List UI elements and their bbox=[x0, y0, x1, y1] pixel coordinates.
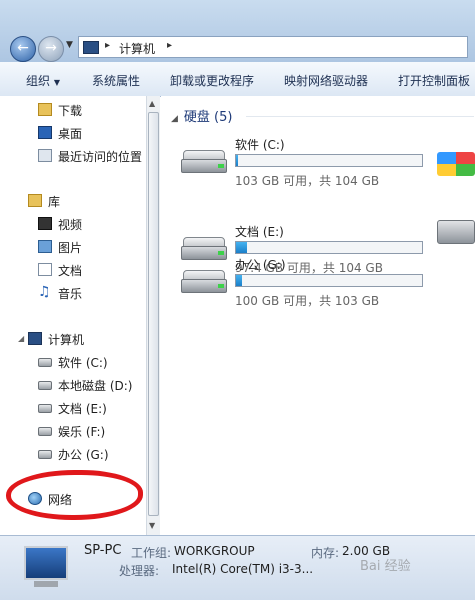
organize-button[interactable]: 组织 ▼ bbox=[26, 72, 60, 89]
memory-label: 内存: bbox=[311, 546, 340, 560]
back-button[interactable]: ← bbox=[10, 36, 36, 62]
command-toolbar: 组织 ▼ 系统属性 卸载或更改程序 映射网络驱动器 打开控制面板 bbox=[0, 62, 475, 97]
sidebar-item-recent-places[interactable]: 最近访问的位置 bbox=[0, 146, 146, 166]
drive-tile-c[interactable]: 软件 (C:) 103 GB 可用，共 104 GB bbox=[181, 136, 441, 196]
drive-usage-bar bbox=[235, 241, 423, 254]
address-field[interactable]: ▸ 计算机 ▸ bbox=[78, 36, 468, 58]
drive-usage-fill bbox=[236, 155, 238, 166]
drive-tile-g-content[interactable]: 办公 (G:) 100 GB 可用，共 103 GB bbox=[181, 256, 441, 316]
picture-icon bbox=[38, 240, 52, 253]
desktop-icon bbox=[38, 126, 52, 139]
sidebar-item-drive-e[interactable]: 文档 (E:) bbox=[0, 398, 146, 418]
hard-drive-icon bbox=[181, 150, 227, 176]
drive-icon bbox=[38, 427, 52, 436]
content-pane: ◢ 硬盘 (5) 软件 (C:) 103 GB 可用，共 104 GB 文档 (E… bbox=[161, 96, 475, 535]
drive-usage-bar bbox=[235, 154, 423, 167]
explorer-window: ← → ▼ ▸ 计算机 ▸ 组织 ▼ 系统属性 卸载或更改程序 映射网络驱动器 … bbox=[0, 0, 475, 600]
drive-usage-fill bbox=[236, 242, 247, 253]
drive-icon bbox=[38, 381, 52, 390]
cpu-label: 处理器: bbox=[119, 564, 160, 578]
sidebar-item-drive-g[interactable]: 办公 (G:) bbox=[0, 444, 146, 464]
computer-icon bbox=[28, 332, 42, 345]
drive-usage-bar bbox=[235, 274, 423, 287]
recent-places-icon bbox=[38, 149, 52, 162]
system-properties-button[interactable]: 系统属性 bbox=[92, 72, 140, 89]
breadcrumb-computer[interactable]: 计算机 bbox=[119, 40, 155, 57]
scroll-up-icon[interactable]: ▲ bbox=[149, 99, 155, 108]
drive-name: 软件 (C:) bbox=[235, 138, 285, 152]
drive-name: 文档 (E:) bbox=[235, 225, 284, 239]
open-control-panel-button[interactable]: 打开控制面板 bbox=[398, 72, 470, 89]
drive-name: 办公 (G:) bbox=[235, 258, 286, 272]
pc-name: SP-PC bbox=[84, 543, 122, 558]
address-bar-area: ← → ▼ ▸ 计算机 ▸ bbox=[0, 0, 475, 62]
group-divider bbox=[246, 116, 474, 117]
hard-drive-icon bbox=[181, 270, 227, 296]
red-circle-annotation bbox=[6, 470, 143, 520]
scrollbar-thumb[interactable] bbox=[148, 112, 159, 516]
map-network-drive-button[interactable]: 映射网络驱动器 bbox=[284, 72, 368, 89]
library-icon bbox=[28, 194, 42, 207]
monitor-stand bbox=[34, 581, 58, 587]
forward-button[interactable]: → bbox=[38, 36, 64, 62]
document-icon bbox=[38, 263, 52, 276]
drive-icon bbox=[38, 358, 52, 367]
cpu-value: Intel(R) Core(TM) i3-3... bbox=[172, 562, 314, 576]
hard-drive-icon[interactable] bbox=[437, 220, 475, 244]
drive-usage-fill bbox=[236, 275, 242, 286]
download-folder-icon bbox=[38, 103, 52, 116]
sidebar-item-documents[interactable]: 文档 bbox=[0, 260, 146, 280]
music-icon: ♫ bbox=[38, 284, 51, 300]
recent-pages-dropdown[interactable]: ▼ bbox=[66, 40, 73, 50]
workgroup-value: WORKGROUP bbox=[174, 544, 255, 558]
drive-icon bbox=[38, 404, 52, 413]
sidebar-scrollbar[interactable]: ▲ ▼ bbox=[146, 96, 160, 535]
sidebar-item-drive-c[interactable]: 软件 (C:) bbox=[0, 352, 146, 372]
sidebar-item-drive-d[interactable]: 本地磁盘 (D:) bbox=[0, 375, 146, 395]
baidu-watermark: Bai 经验 bbox=[360, 559, 411, 574]
computer-monitor-icon bbox=[24, 546, 68, 580]
sidebar-item-music[interactable]: ♫ 音乐 bbox=[0, 283, 146, 303]
expand-arrow-icon[interactable]: ◢ bbox=[18, 334, 24, 343]
computer-icon bbox=[83, 41, 99, 54]
uninstall-program-button[interactable]: 卸载或更改程序 bbox=[170, 72, 254, 89]
sidebar-item-downloads[interactable]: 下载 bbox=[0, 100, 146, 120]
sidebar-item-libraries[interactable]: 库 bbox=[0, 191, 146, 211]
breadcrumb-chevron-icon[interactable]: ▸ bbox=[105, 40, 110, 51]
drive-icon bbox=[38, 450, 52, 459]
sidebar-item-drive-f[interactable]: 娱乐 (F:) bbox=[0, 421, 146, 441]
hard-disks-group-header[interactable]: ◢ 硬盘 (5) bbox=[171, 106, 232, 125]
video-icon bbox=[38, 217, 52, 230]
sidebar-item-pictures[interactable]: 图片 bbox=[0, 237, 146, 257]
workgroup-label: 工作组: bbox=[131, 546, 172, 560]
breadcrumb-chevron-icon[interactable]: ▸ bbox=[167, 40, 172, 51]
sidebar-item-videos[interactable]: 视频 bbox=[0, 214, 146, 234]
windows-drive-icon[interactable] bbox=[437, 152, 475, 176]
chevron-down-icon: ▼ bbox=[53, 78, 60, 87]
drive-space-info: 100 GB 可用，共 103 GB bbox=[235, 294, 380, 308]
drive-space-info: 103 GB 可用，共 104 GB bbox=[235, 174, 380, 188]
scroll-down-icon[interactable]: ▼ bbox=[149, 521, 155, 530]
sidebar-item-desktop[interactable]: 桌面 bbox=[0, 123, 146, 143]
sidebar-item-computer[interactable]: ◢ 计算机 bbox=[0, 329, 146, 349]
collapse-arrow-icon: ◢ bbox=[171, 114, 178, 124]
